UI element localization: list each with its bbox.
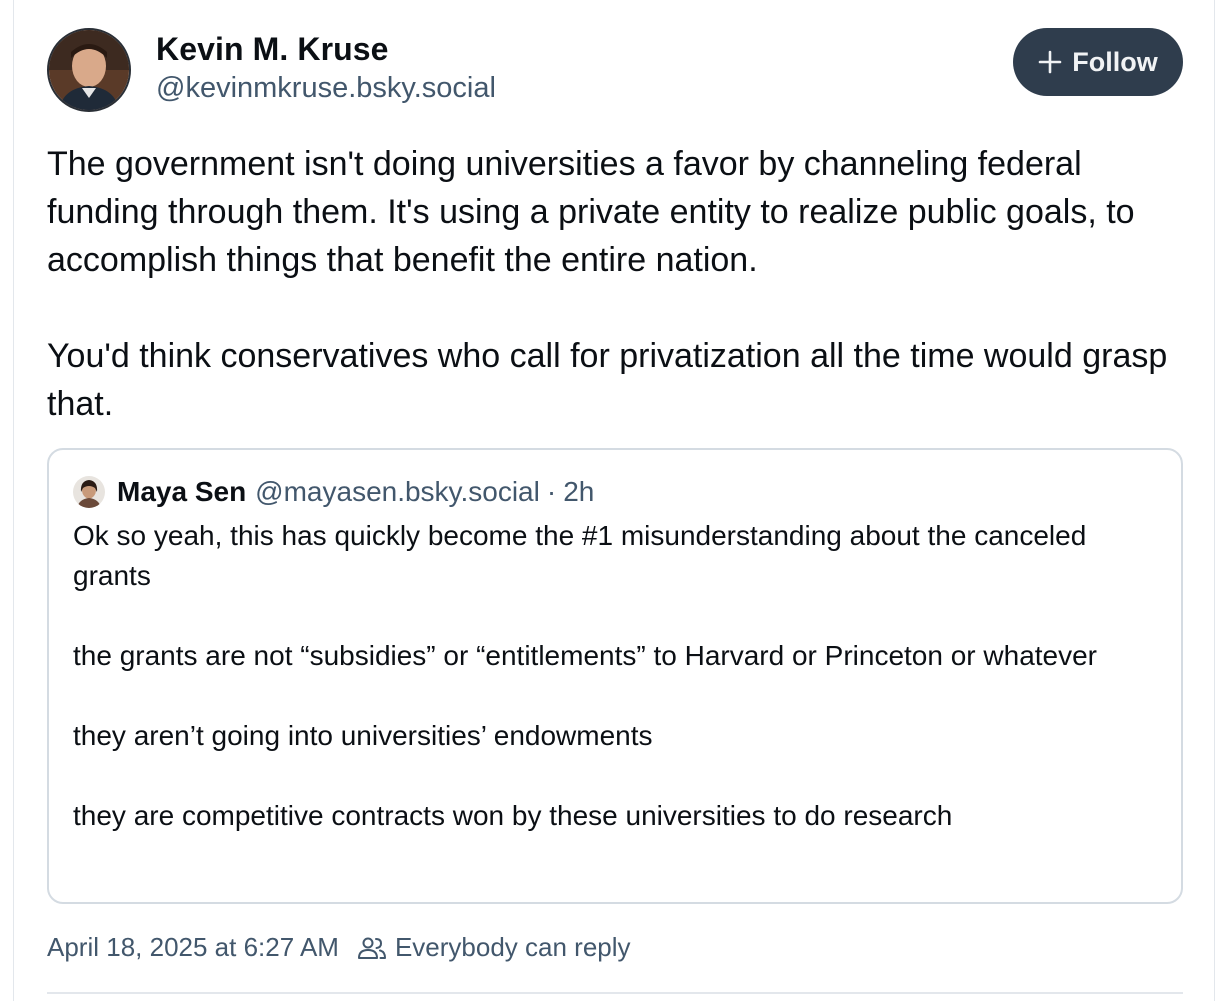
divider (47, 992, 1183, 994)
author-handle[interactable]: @kevinmkruse.bsky.social (156, 72, 496, 105)
quoted-paragraph: Ok so yeah, this has quickly become the … (73, 520, 1087, 591)
post-timestamp[interactable]: April 18, 2025 at 6:27 AM (47, 932, 339, 963)
quoted-author-avatar[interactable] (73, 476, 105, 508)
post-meta: April 18, 2025 at 6:27 AM Everybody can … (47, 932, 631, 963)
quoted-paragraph: the grants are not “subsidies” or “entit… (73, 640, 1098, 671)
people-icon (357, 935, 387, 961)
quoted-paragraph: they are competitive contracts won by th… (73, 800, 953, 831)
separator-dot: · (546, 476, 557, 507)
quoted-post-card[interactable]: Maya Sen @mayasen.bsky.social · 2h Ok so… (47, 448, 1183, 904)
reply-setting-label[interactable]: Everybody can reply (395, 932, 631, 963)
follow-button[interactable]: Follow (1013, 28, 1183, 96)
quoted-post-header: Maya Sen @mayasen.bsky.social · 2h (73, 476, 594, 508)
post-text: The government isn't doing universities … (47, 140, 1187, 428)
plus-icon (1038, 50, 1062, 74)
author-display-name[interactable]: Kevin M. Kruse (156, 31, 389, 68)
quoted-author-handle[interactable]: @mayasen.bsky.social (255, 476, 540, 508)
quoted-post-text: Ok so yeah, this has quickly become the … (73, 516, 1153, 836)
quoted-paragraph: they aren’t going into universities’ end… (73, 720, 653, 751)
post-paragraph: The government isn't doing universities … (47, 145, 1135, 279)
quoted-post-time[interactable]: 2h (563, 476, 594, 508)
post-paragraph: You'd think conservatives who call for p… (47, 337, 1168, 423)
follow-label: Follow (1072, 46, 1158, 77)
author-avatar[interactable] (47, 28, 131, 112)
quoted-author-name[interactable]: Maya Sen (117, 476, 246, 508)
